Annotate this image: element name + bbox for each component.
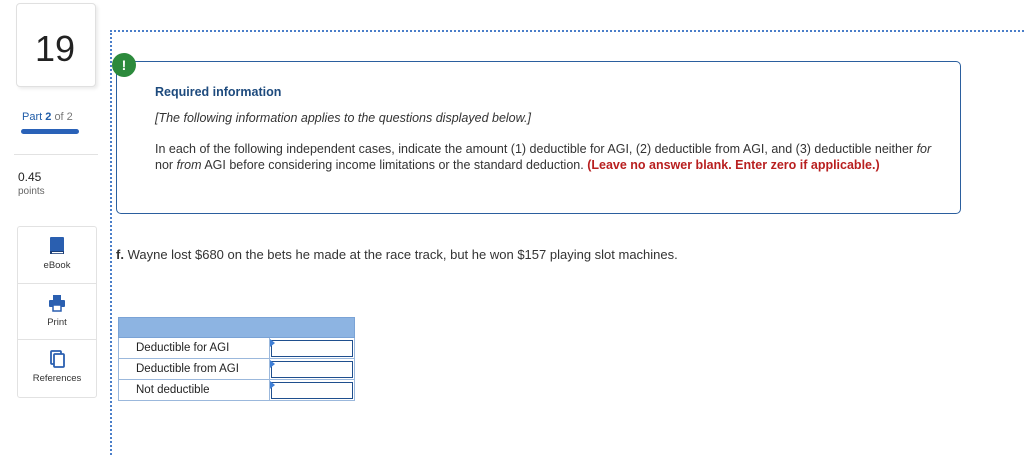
cell-deductible-from-agi <box>269 358 355 380</box>
print-label: Print <box>47 317 67 328</box>
row-label-deductible-for-agi: Deductible for AGI <box>118 337 270 359</box>
tools-panel: eBook Print References <box>17 226 97 398</box>
references-label: References <box>32 373 82 384</box>
table-header-row <box>118 317 355 338</box>
cell-marker-icon <box>270 339 275 347</box>
content-frame-top <box>110 30 1024 32</box>
info-text-for: for <box>916 142 932 156</box>
points-value: 0.45 <box>18 170 42 184</box>
table-header-cell <box>118 317 355 338</box>
printer-icon <box>48 293 66 313</box>
content-frame-left <box>110 30 112 455</box>
cell-deductible-for-agi <box>269 337 355 359</box>
book-icon <box>48 236 66 256</box>
info-text-2: AGI before considering income limitation… <box>201 158 588 172</box>
info-text-nor: nor <box>155 158 177 172</box>
info-instructions: In each of the following independent cas… <box>155 141 935 173</box>
required-information-box: Required information [The following info… <box>116 61 961 214</box>
references-icon <box>48 349 66 369</box>
part-prefix: Part <box>22 111 43 123</box>
table-row: Not deductible <box>118 379 355 401</box>
table-row: Deductible for AGI <box>118 337 355 359</box>
row-label-not-deductible: Not deductible <box>118 379 270 401</box>
part-total: of 2 <box>54 111 73 123</box>
points-label: points <box>18 186 45 197</box>
row-label-deductible-from-agi: Deductible from AGI <box>118 358 270 380</box>
question-number: 19 <box>34 28 76 69</box>
cell-marker-icon <box>270 381 275 389</box>
info-warning: (Leave no answer blank. Enter zero if ap… <box>587 158 880 172</box>
ebook-label: eBook <box>43 260 71 271</box>
part-current: 2 <box>45 111 52 123</box>
cell-marker-icon <box>270 360 275 368</box>
ebook-button[interactable]: eBook <box>18 227 96 283</box>
info-note: [The following information applies to th… <box>155 111 531 125</box>
not-deductible-input[interactable] <box>271 381 353 399</box>
divider <box>14 154 98 155</box>
question-number-card: 19 <box>16 3 96 87</box>
part-indicator: Part 2 of 2 <box>22 111 73 123</box>
answer-table: Deductible for AGI Deductible from AGI N… <box>118 317 355 401</box>
question-letter: f. <box>116 247 124 262</box>
info-title: Required information <box>155 85 282 99</box>
question-text: f. Wayne lost $680 on the bets he made a… <box>116 247 678 262</box>
question-body: Wayne lost $680 on the bets he made at t… <box>123 247 678 262</box>
table-row: Deductible from AGI <box>118 358 355 380</box>
deductible-for-agi-input[interactable] <box>271 339 353 357</box>
cell-not-deductible <box>269 379 355 401</box>
print-button[interactable]: Print <box>18 283 96 339</box>
references-button[interactable]: References <box>18 339 96 395</box>
part-progress-bar <box>21 129 79 134</box>
alert-icon: ! <box>112 53 136 77</box>
info-text-from: from <box>176 158 202 172</box>
info-text-1: In each of the following independent cas… <box>155 142 917 156</box>
deductible-from-agi-input[interactable] <box>271 360 353 378</box>
